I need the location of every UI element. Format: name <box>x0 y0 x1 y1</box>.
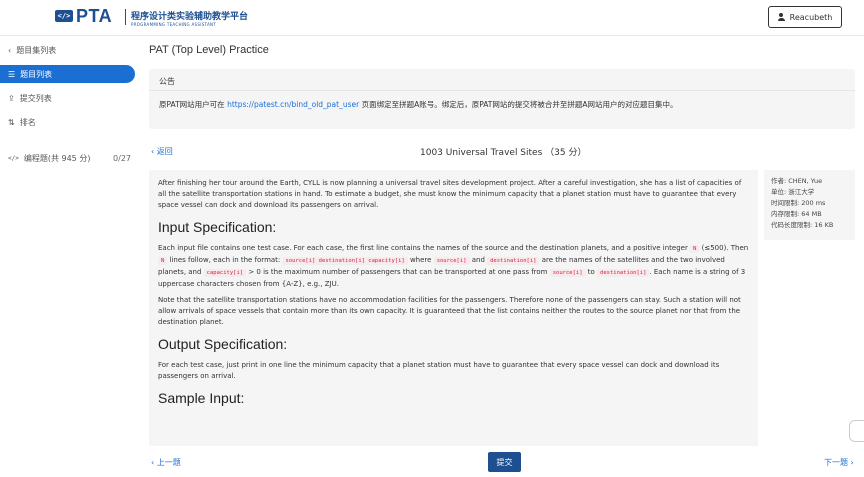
chevron-left-icon: ‹ <box>8 45 12 55</box>
code-source: source[i] <box>549 269 586 277</box>
sidebar-category-programming[interactable]: </> 编程题(共 945 分) 0/27 <box>0 149 135 167</box>
pta-logo-icon[interactable]: </> <box>55 10 73 22</box>
category-label: 编程题(共 945 分) <box>23 153 91 163</box>
sidebar-item-label: 提交列表 <box>19 93 52 103</box>
notice-heading: 公告 <box>159 77 175 86</box>
username: Reacubeth <box>789 12 833 22</box>
problem-description: After finishing her tour around the Eart… <box>149 170 758 446</box>
code-destination: destination[i] <box>597 269 650 277</box>
top-bar: </> PTA 程序设计类实验辅助教学平台 PROGRAMMING TEACHI… <box>0 0 864 36</box>
notice-body: 原PAT网站用户可在 https://patest.cn/bind_old_pa… <box>159 99 678 110</box>
intro-paragraph: After finishing her tour around the Eart… <box>158 179 742 209</box>
sidebar-item-label: 排名 <box>19 117 36 127</box>
input-paragraph: Each input file contains one test case. … <box>158 244 749 288</box>
problem-title: 1003 Universal Travel Sites （35 分） <box>420 148 587 158</box>
sidebar-item-ranking[interactable]: ⇅ 排名 <box>0 113 135 131</box>
user-icon <box>777 13 785 21</box>
category-count: 0/27 <box>113 153 131 163</box>
prev-problem-link[interactable]: ‹ 上一题 <box>151 457 181 468</box>
next-label: 下一题 <box>824 458 848 467</box>
bind-account-link[interactable]: https://patest.cn/bind_old_pat_user <box>227 100 359 109</box>
code-capacity: capacity[i] <box>203 269 247 277</box>
sidebar-item-problems[interactable]: ☰ 题目列表 <box>0 65 135 83</box>
pta-logo-text[interactable]: PTA <box>76 6 112 27</box>
input-note-paragraph: Note that the satellite transportation s… <box>158 296 741 326</box>
sidebar-back-to-sets[interactable]: ‹ 题目集列表 <box>0 41 135 59</box>
submit-button[interactable]: 提交 <box>488 452 521 472</box>
upload-icon: ⇪ <box>8 93 15 103</box>
logo-subtitle: 程序设计类实验辅助教学平台 PROGRAMMING TEACHING ASSIS… <box>131 9 248 27</box>
output-spec-heading: Output Specification: <box>158 336 288 352</box>
code-icon: </> <box>8 154 19 162</box>
meta-author: 作者: CHEN, Yue <box>771 177 823 185</box>
meta-org: 单位: 浙江大学 <box>771 188 815 196</box>
logo-divider <box>125 9 126 25</box>
sidebar-item-submissions[interactable]: ⇪ 提交列表 <box>0 89 135 107</box>
sidebar-back-label: 题目集列表 <box>16 45 57 55</box>
code-n: N <box>690 245 700 253</box>
meta-time-limit: 时间限制: 200 ms <box>771 199 826 207</box>
logo-subtitle-en: PROGRAMMING TEACHING ASSISTANT <box>131 22 217 27</box>
user-menu-button[interactable]: Reacubeth <box>768 6 842 28</box>
meta-code-limit: 代码长度限制: 16 KB <box>771 221 834 229</box>
code-n: N <box>158 257 168 265</box>
main-content: PAT (Top Level) Practice 公告 原PAT网站用户可在 h… <box>140 37 864 477</box>
problem-meta: 作者: CHEN, Yue 单位: 浙江大学 时间限制: 200 ms 内存限制… <box>764 170 855 240</box>
notice-panel: 公告 原PAT网站用户可在 https://patest.cn/bind_old… <box>149 69 855 129</box>
code-source: source[i] <box>433 257 470 265</box>
page-title: PAT (Top Level) Practice <box>149 44 269 56</box>
notice-text: 原PAT网站用户可在 <box>159 100 228 109</box>
bottom-nav: ‹ 上一题 提交 下一题 › <box>140 449 864 477</box>
output-paragraph: For each test case, just print in one li… <box>158 361 720 380</box>
input-spec-heading: Input Specification: <box>158 219 277 235</box>
sidebar-item-label: 题目列表 <box>20 69 53 79</box>
next-problem-link[interactable]: 下一题 › <box>824 457 854 468</box>
code-destination: destination[i] <box>487 257 540 265</box>
prev-label: 上一题 <box>156 458 181 467</box>
sort-icon: ⇅ <box>8 117 15 127</box>
sidebar: ‹ 题目集列表 ☰ 题目列表 ⇪ 提交列表 ⇅ 排名 </> 编程题(共 945… <box>0 37 140 477</box>
meta-memory-limit: 内存限制: 64 MB <box>771 210 822 218</box>
back-link[interactable]: ‹ 返回 <box>151 146 173 157</box>
code-format: source[i] destination[i] capacity[i] <box>282 257 408 265</box>
back-label: 返回 <box>156 147 173 156</box>
logo-subtitle-cn: 程序设计类实验辅助教学平台 <box>131 12 249 22</box>
feedback-float-button[interactable] <box>849 420 864 442</box>
notice-text: 页面绑定至拼题A账号。绑定后，原PAT网站的提交将被合并至拼题A网站用户的对应题… <box>359 100 678 109</box>
list-icon: ☰ <box>8 69 16 79</box>
notice-divider <box>149 90 855 91</box>
sample-input-heading: Sample Input: <box>158 390 245 406</box>
